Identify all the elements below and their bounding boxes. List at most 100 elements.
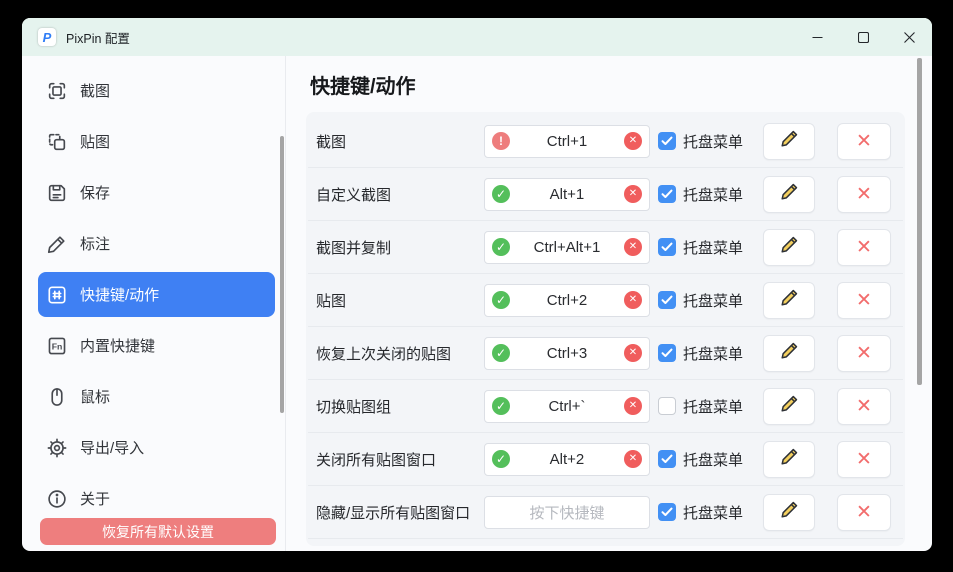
- sidebar-item-label: 内置快捷键: [80, 335, 155, 356]
- hotkey-row-label: 自定义截图: [316, 184, 484, 205]
- hotkey-row: 切换贴图组✓Ctrl+`✕ 托盘菜单 ✕: [308, 380, 903, 433]
- delete-action-button[interactable]: ✕: [837, 176, 891, 213]
- clear-hotkey-icon[interactable]: ✕: [624, 450, 642, 468]
- edit-action-button[interactable]: [763, 388, 815, 425]
- minimize-icon: [812, 32, 823, 43]
- tray-menu-label: 托盘菜单: [683, 184, 743, 205]
- status-ok-icon: ✓: [492, 238, 510, 256]
- main-scrollbar-thumb[interactable]: [917, 58, 922, 385]
- edit-action-button[interactable]: [763, 494, 815, 531]
- sidebar-item-7[interactable]: 导出/导入: [38, 425, 275, 470]
- edit-action-button[interactable]: [763, 441, 815, 478]
- sidebar-item-3[interactable]: 标注: [38, 221, 275, 266]
- close-button[interactable]: [886, 18, 932, 56]
- tray-menu-checkbox[interactable]: [658, 503, 676, 521]
- tray-menu-option: 托盘菜单: [658, 131, 743, 152]
- hotkeys-card: 截图!Ctrl+1✕托盘菜单✕自定义截图✓Alt+1✕托盘菜单✕截图并复制✓Ct…: [306, 112, 905, 546]
- delete-x-icon: ✕: [856, 291, 872, 310]
- clear-hotkey-icon[interactable]: ✕: [624, 185, 642, 203]
- window-controls: [794, 18, 932, 56]
- pencil-icon: [780, 447, 799, 471]
- hotkey-input[interactable]: ✓Ctrl+3✕: [484, 337, 650, 370]
- hotkey-input[interactable]: !Ctrl+1✕: [484, 125, 650, 158]
- clear-hotkey-icon[interactable]: ✕: [624, 397, 642, 415]
- hotkey-row: 截图!Ctrl+1✕ 托盘菜单 ✕: [308, 115, 903, 168]
- pixpin-config-window: P PixPin 配置 截图贴图保存标注快捷键/动作Fn内置快捷键鼠标导出/导: [22, 18, 932, 551]
- edit-action-button[interactable]: [763, 282, 815, 319]
- sidebar-item-label: 标注: [80, 233, 110, 254]
- sidebar-item-label: 快捷键/动作: [80, 284, 159, 305]
- status-ok-icon: ✓: [492, 291, 510, 309]
- hotkey-input[interactable]: 按下快捷键: [484, 496, 650, 529]
- mouse-icon: [46, 386, 68, 408]
- sidebar-item-6[interactable]: 鼠标: [38, 374, 275, 419]
- restore-defaults-button[interactable]: 恢复所有默认设置: [40, 518, 276, 545]
- pencil-icon: [780, 129, 799, 153]
- clear-hotkey-icon[interactable]: ✕: [624, 291, 642, 309]
- close-icon: [904, 32, 915, 43]
- delete-x-icon: ✕: [856, 132, 872, 151]
- delete-action-button[interactable]: ✕: [837, 229, 891, 266]
- delete-action-button[interactable]: ✕: [837, 388, 891, 425]
- pencil-icon: [780, 288, 799, 312]
- tray-menu-checkbox[interactable]: [658, 132, 676, 150]
- clear-hotkey-icon[interactable]: ✕: [624, 132, 642, 150]
- clear-hotkey-icon[interactable]: ✕: [624, 238, 642, 256]
- delete-action-button[interactable]: ✕: [837, 494, 891, 531]
- sidebar-item-label: 截图: [80, 80, 110, 101]
- tray-menu-option: 托盘菜单: [658, 184, 743, 205]
- tray-menu-checkbox[interactable]: [658, 291, 676, 309]
- pixpin-logo-icon: P: [38, 28, 56, 46]
- hotkey-row: 关闭所有贴图窗口✓Alt+2✕托盘菜单✕: [308, 433, 903, 486]
- sidebar-item-1[interactable]: 贴图: [38, 119, 275, 164]
- maximize-button[interactable]: [840, 18, 886, 56]
- delete-action-button[interactable]: ✕: [837, 282, 891, 319]
- status-ok-icon: ✓: [492, 344, 510, 362]
- hotkey-input[interactable]: ✓Ctrl+2✕: [484, 284, 650, 317]
- edit-action-button[interactable]: [763, 335, 815, 372]
- tray-menu-checkbox[interactable]: [658, 185, 676, 203]
- status-warning-icon: !: [492, 132, 510, 150]
- minimize-button[interactable]: [794, 18, 840, 56]
- page-title: 快捷键/动作: [310, 70, 932, 99]
- info-icon: [46, 488, 68, 510]
- tray-menu-checkbox[interactable]: [658, 397, 676, 415]
- delete-action-button[interactable]: ✕: [837, 123, 891, 160]
- delete-x-icon: ✕: [856, 344, 872, 363]
- tray-menu-label: 托盘菜单: [683, 131, 743, 152]
- hotkey-value: Ctrl+Alt+1: [510, 239, 624, 256]
- pencil-icon: [780, 500, 799, 524]
- hotkey-input[interactable]: ✓Ctrl+`✕: [484, 390, 650, 423]
- tray-menu-checkbox[interactable]: [658, 344, 676, 362]
- edit-action-button[interactable]: [763, 176, 815, 213]
- hotkey-input[interactable]: ✓Alt+1✕: [484, 178, 650, 211]
- maximize-icon: [858, 32, 869, 43]
- titlebar: P PixPin 配置: [22, 18, 932, 56]
- edit-action-button[interactable]: [763, 229, 815, 266]
- pencil-icon: [780, 341, 799, 365]
- hotkey-row: 自定义截图✓Alt+1✕ 托盘菜单 ✕: [308, 168, 903, 221]
- tray-menu-checkbox[interactable]: [658, 238, 676, 256]
- tray-menu-checkbox[interactable]: [658, 450, 676, 468]
- delete-action-button[interactable]: ✕: [837, 335, 891, 372]
- hotkey-row-label: 隐藏/显示所有贴图窗口: [316, 502, 484, 523]
- hotkey-input[interactable]: ✓Ctrl+Alt+1✕: [484, 231, 650, 264]
- delete-action-button[interactable]: ✕: [837, 441, 891, 478]
- clear-hotkey-icon[interactable]: ✕: [624, 344, 642, 362]
- sidebar-item-0[interactable]: 截图: [38, 68, 275, 113]
- sidebar-item-5[interactable]: Fn内置快捷键: [38, 323, 275, 368]
- sidebar-item-2[interactable]: 保存: [38, 170, 275, 215]
- hotkey-row-label: 恢复上次关闭的贴图: [316, 343, 484, 364]
- tray-menu-label: 托盘菜单: [683, 449, 743, 470]
- hotkey-input[interactable]: ✓Alt+2✕: [484, 443, 650, 476]
- tray-menu-option: 托盘菜单: [658, 449, 743, 470]
- tray-menu-option: 托盘菜单: [658, 396, 743, 417]
- hotkey-row-label: 截图: [316, 131, 484, 152]
- hotkey-row-label: 切换贴图组: [316, 396, 484, 417]
- hotkey-value: Ctrl+2: [510, 292, 624, 309]
- sidebar-item-8[interactable]: 关于: [38, 476, 275, 521]
- edit-action-button[interactable]: [763, 123, 815, 160]
- tray-menu-label: 托盘菜单: [683, 396, 743, 417]
- sidebar-scrollbar-thumb[interactable]: [280, 136, 284, 413]
- sidebar-item-4[interactable]: 快捷键/动作: [38, 272, 275, 317]
